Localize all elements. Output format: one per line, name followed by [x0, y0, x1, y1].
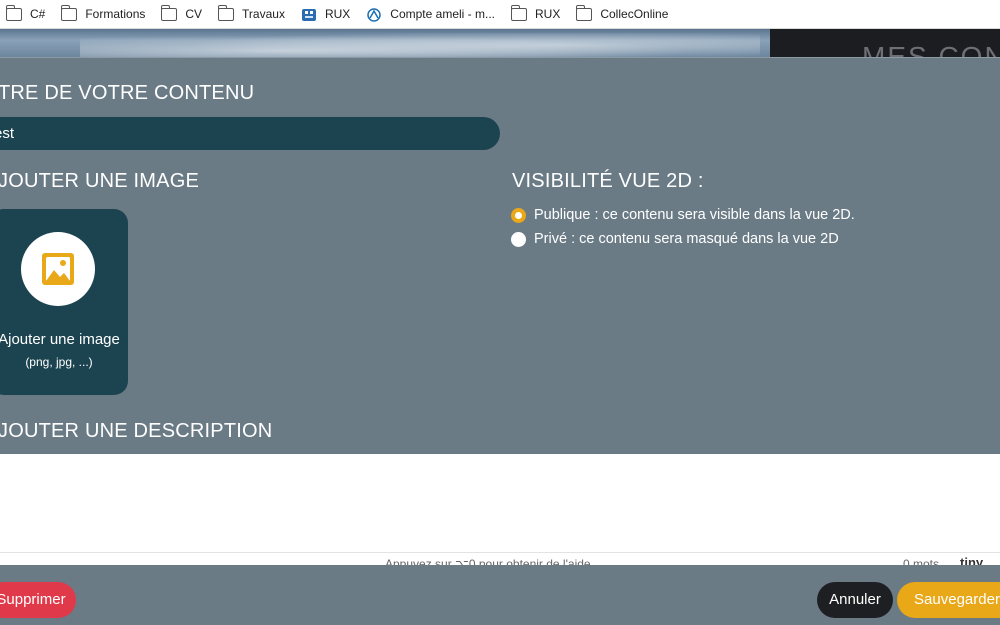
bookmark-csharp[interactable]: C# — [5, 4, 46, 21]
description-editor[interactable]: Appuyez sur ⌥0 pour obtenir de l'aide 0 … — [0, 454, 1000, 565]
title-input[interactable] — [0, 117, 500, 150]
hero-title-panel: MES CONT — [770, 29, 1000, 57]
radio-unchecked-icon[interactable] — [511, 231, 526, 247]
add-image-formats: (png, jpg, ...) — [25, 355, 93, 369]
bookmark-formations[interactable]: Formations — [60, 4, 146, 21]
radio-checked-icon[interactable] — [511, 207, 526, 223]
bookmark-label: CV — [185, 7, 203, 21]
bookmark-travaux[interactable]: Travaux — [217, 4, 285, 21]
visibility-option-label: Publique : ce contenu sera visible dans … — [534, 207, 855, 223]
bookmarks-bar: C# Formations CV Travaux RUX Compte amel… — [0, 0, 1000, 29]
hero-image — [0, 29, 770, 57]
folder-icon — [160, 4, 178, 21]
editor-help-text: Appuyez sur ⌥0 pour obtenir de l'aide — [385, 557, 591, 565]
visibility-option-label: Privé : ce contenu sera masqué dans la v… — [534, 231, 839, 247]
add-image-title: Ajouter une image — [0, 331, 120, 348]
editor-word-count: 0 mots — [903, 557, 940, 565]
ameli-icon — [366, 7, 382, 22]
folder-icon — [60, 4, 78, 21]
bookmark-rux-folder[interactable]: RUX — [510, 4, 561, 21]
add-image-button[interactable]: Ajouter une image (png, jpg, ...) — [0, 209, 128, 395]
background-page-title: MES CONT — [862, 41, 1000, 57]
visibility-label: VISIBILITÉ VUE 2D : — [512, 170, 704, 192]
bookmark-label: Travaux — [242, 7, 285, 21]
bookmark-rux-site[interactable]: RUX — [301, 7, 350, 21]
image-icon — [42, 253, 74, 285]
bookmark-colleconline[interactable]: CollecOnline — [575, 4, 669, 21]
bookmark-label: Formations — [85, 7, 146, 21]
folder-icon — [217, 4, 235, 21]
bookmark-label: RUX — [535, 7, 561, 21]
bookmark-label: Compte ameli - m... — [390, 7, 495, 21]
editor-status-bar: Appuyez sur ⌥0 pour obtenir de l'aide 0 … — [0, 552, 1000, 565]
editor-brand-logo[interactable]: tiny — [960, 555, 983, 565]
save-button[interactable]: Sauvegarder — [897, 582, 1000, 618]
folder-icon — [575, 4, 593, 21]
bookmark-label: C# — [30, 7, 46, 21]
visibility-option-private[interactable]: Privé : ce contenu sera masqué dans la v… — [511, 231, 839, 247]
site-icon — [301, 8, 317, 21]
description-label: JOUTER UNE DESCRIPTION — [0, 420, 273, 442]
image-icon-circle — [21, 232, 95, 306]
folder-icon — [5, 4, 22, 21]
title-label: TRE DE VOTRE CONTENU — [0, 82, 255, 104]
bookmark-label: CollecOnline — [600, 7, 669, 21]
image-label: JOUTER UNE IMAGE — [0, 170, 199, 192]
cancel-button[interactable]: Annuler — [817, 582, 893, 618]
bookmark-ameli[interactable]: Compte ameli - m... — [366, 7, 495, 22]
delete-button[interactable]: Supprimer — [0, 582, 76, 618]
bookmark-cv[interactable]: CV — [160, 4, 203, 21]
bookmark-label: RUX — [324, 7, 351, 21]
content-editor-modal: TRE DE VOTRE CONTENU JOUTER UNE IMAGE Aj… — [0, 57, 1000, 625]
visibility-option-public[interactable]: Publique : ce contenu sera visible dans … — [511, 207, 855, 223]
folder-icon — [510, 4, 527, 21]
